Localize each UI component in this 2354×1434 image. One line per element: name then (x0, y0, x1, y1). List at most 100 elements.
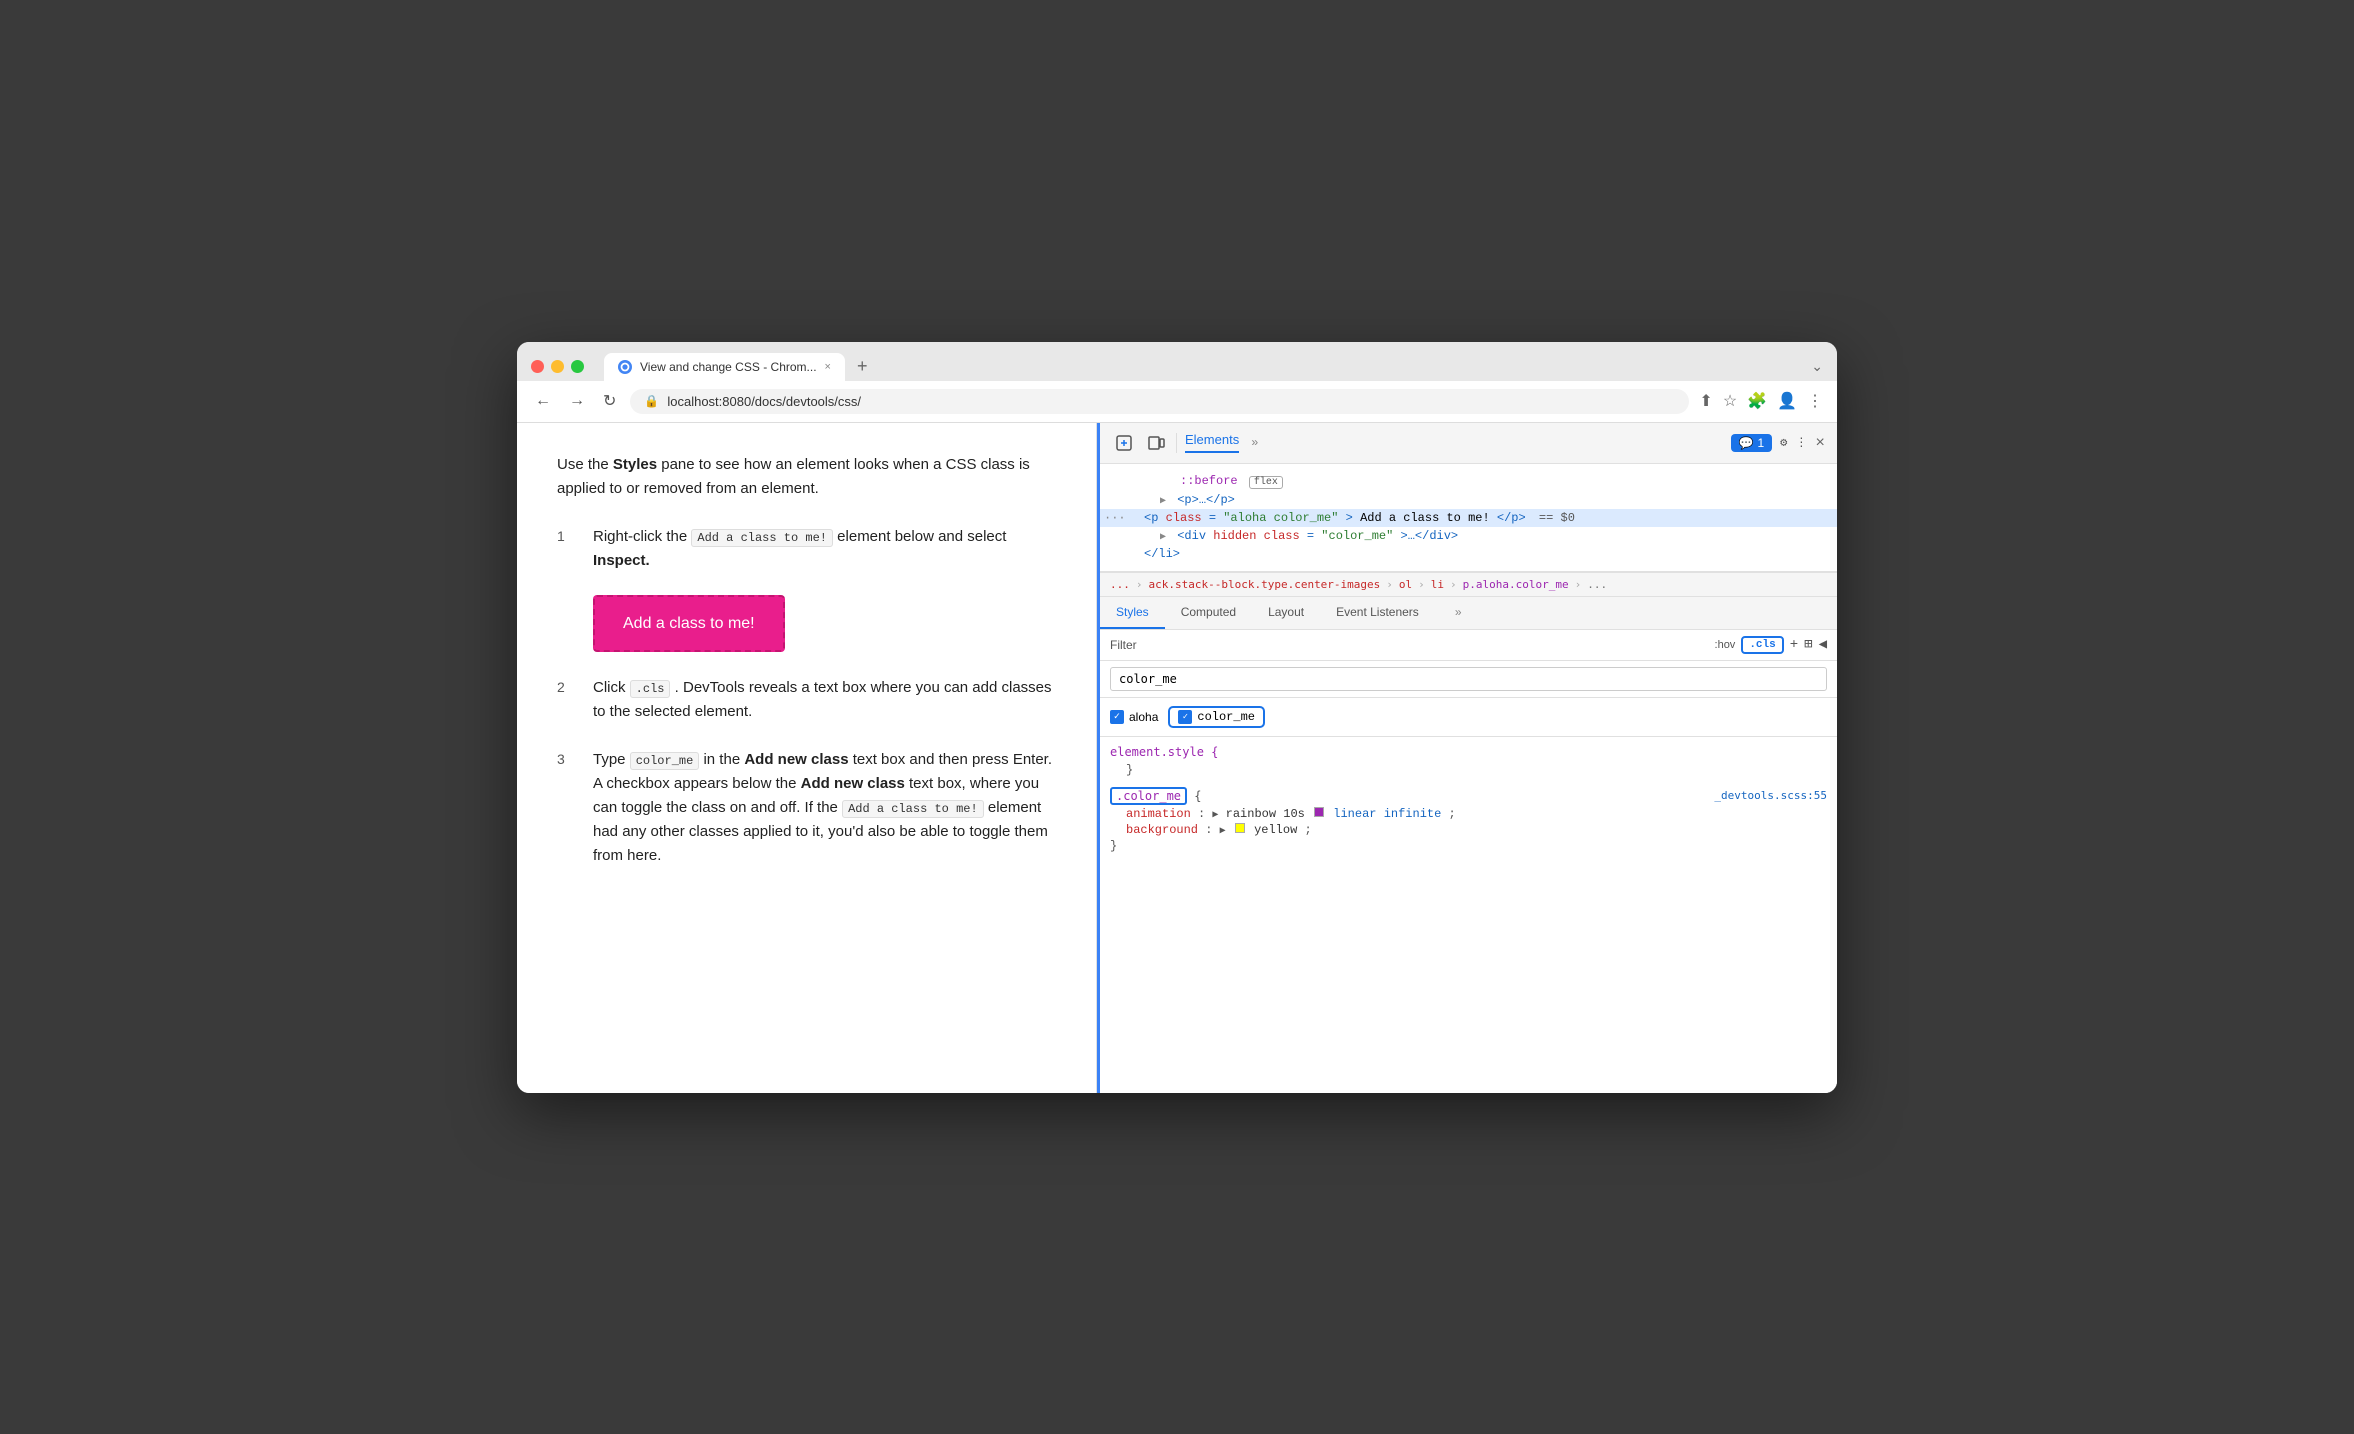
devtools-more-icon[interactable]: ⋮ (1795, 435, 1807, 450)
tab-close-button[interactable]: × (825, 361, 831, 373)
omnibox-bar: ← → ↻ 🔒 localhost:8080/docs/devtools/css… (517, 381, 1837, 423)
filter-bar: Filter :hov .cls + ⊞ ◀ (1100, 630, 1837, 661)
div-triangle-icon: ▶ (1160, 532, 1166, 543)
colon-1: : (1198, 807, 1212, 821)
dom-li-close-line[interactable]: </li> (1100, 545, 1837, 563)
class-checkboxes: ✓ aloha ✓ color_me (1100, 698, 1837, 737)
settings-icon[interactable]: ⚙ (1780, 435, 1787, 450)
chat-badge[interactable]: 💬 1 (1731, 434, 1773, 452)
dom-before-line[interactable]: ::before flex (1100, 472, 1837, 491)
dom-p-line[interactable]: ▶ <p>…</p> (1100, 491, 1837, 509)
profile-icon[interactable]: 👤 (1777, 391, 1797, 411)
step1-pre: Right-click the (593, 528, 691, 545)
animation-triangle[interactable]: ▶ (1212, 810, 1218, 821)
tab-more[interactable]: » (1439, 597, 1478, 629)
dom-class-value: "aloha color_me" (1223, 511, 1338, 525)
bc-sep5: › (1575, 578, 1582, 591)
step3-code1: color_me (630, 752, 700, 770)
devtools-pane: Elements » 💬 1 ⚙ ⋮ × (1097, 423, 1837, 1093)
dollar-zero: == $0 (1539, 511, 1575, 525)
step-number-2: 2 (557, 676, 577, 724)
browser-window: View and change CSS - Chrom... × + ⌄ ← →… (517, 342, 1837, 1093)
reload-button[interactable]: ↻ (599, 389, 620, 413)
color-me-close-brace: } (1110, 839, 1827, 853)
color-me-checkbox[interactable]: ✓ (1178, 710, 1192, 724)
animation-rainbow: rainbow 10s (1226, 807, 1312, 821)
bc-sep2: › (1386, 578, 1393, 591)
bc-dots: ... (1110, 578, 1130, 591)
devtools-close-button[interactable]: × (1815, 434, 1825, 452)
step-number-3: 3 (557, 748, 577, 868)
styles-panel: Styles Computed Layout Event Listeners »… (1100, 597, 1837, 1093)
extensions-icon[interactable]: 🧩 (1747, 391, 1767, 411)
semicolon-1: ; (1449, 807, 1456, 821)
chrome-favicon (618, 360, 632, 374)
chat-icon: 💬 (1739, 436, 1754, 450)
color-me-selector-line: .color_me { (1110, 789, 1202, 803)
bc-sep4: › (1450, 578, 1457, 591)
back-button[interactable]: ← (531, 390, 555, 412)
tab-layout[interactable]: Layout (1252, 597, 1320, 629)
device-tool-icon[interactable] (1144, 431, 1168, 455)
intro-bold: Styles (613, 456, 657, 473)
menu-icon[interactable]: ⋮ (1807, 391, 1823, 411)
close-traffic-light[interactable] (531, 360, 544, 373)
devtools-header-icons: 💬 1 ⚙ ⋮ × (1731, 434, 1825, 452)
share-icon[interactable]: ⬆ (1699, 391, 1712, 411)
background-prop-line: background : ▶ yellow ; (1110, 823, 1827, 837)
cls-button[interactable]: .cls (1741, 636, 1783, 654)
color-me-header: .color_me { _devtools.scss:55 (1110, 789, 1827, 803)
color-me-selector: .color_me (1110, 787, 1187, 805)
css-source-link[interactable]: _devtools.scss:55 (1714, 789, 1827, 803)
tab-computed[interactable]: Computed (1165, 597, 1252, 629)
dom-div-line[interactable]: ▶ <div hidden class = "color_me" >…</div… (1100, 527, 1837, 545)
animation-color-swatch (1314, 807, 1324, 817)
triangle-icon: ▶ (1160, 496, 1166, 507)
class-input-field[interactable] (1110, 667, 1827, 691)
bookmark-icon[interactable]: ☆ (1723, 391, 1737, 411)
back-style-button[interactable]: ◀ (1819, 636, 1827, 653)
tab-menu-button[interactable]: ⌄ (1811, 358, 1823, 375)
dom-li-close: </li> (1144, 547, 1180, 561)
refresh-button[interactable]: ⊞ (1804, 636, 1812, 653)
tab-event-listeners[interactable]: Event Listeners (1320, 597, 1435, 629)
step2-code: .cls (630, 680, 671, 698)
add-style-button[interactable]: + (1790, 637, 1798, 653)
background-color-swatch (1235, 823, 1245, 833)
bc-li[interactable]: li (1431, 578, 1444, 591)
minimize-traffic-light[interactable] (551, 360, 564, 373)
color-me-label: color_me (1197, 710, 1255, 724)
active-tab[interactable]: View and change CSS - Chrom... × (604, 353, 845, 381)
fullscreen-traffic-light[interactable] (571, 360, 584, 373)
background-triangle[interactable]: ▶ (1220, 826, 1226, 837)
hov-button[interactable]: :hov (1715, 639, 1736, 651)
chat-count: 1 (1757, 436, 1764, 450)
css-rules: element.style { } .color_me { (1100, 737, 1837, 1093)
lock-icon: 🔒 (644, 394, 659, 408)
omnibox[interactable]: 🔒 localhost:8080/docs/devtools/css/ (630, 389, 1689, 414)
add-class-button[interactable]: Add a class to me! (593, 595, 785, 653)
panel-tabs: Styles Computed Layout Event Listeners » (1100, 597, 1837, 630)
inspect-tool-icon[interactable] (1112, 431, 1136, 455)
element-style-selector: element.style { (1110, 745, 1218, 759)
tab-styles[interactable]: Styles (1100, 597, 1165, 629)
aloha-checkbox[interactable]: ✓ (1110, 710, 1124, 724)
brace-open: { (1194, 789, 1201, 803)
main-content: Use the Styles pane to see how an elemen… (517, 423, 1837, 1093)
animation-linear: linear infinite (1333, 807, 1441, 821)
step3-code2: Add a class to me! (842, 800, 984, 818)
panel-more-icon[interactable]: » (1251, 436, 1258, 450)
bc-p-active[interactable]: p.aloha.color_me (1463, 578, 1569, 591)
forward-button[interactable]: → (565, 390, 589, 412)
dom-class-attr: class (1166, 511, 1202, 525)
dom-selected-line[interactable]: ··· <p class = "aloha color_me" > Add a … (1100, 509, 1837, 527)
dom-tree-wrapper: ::before flex ▶ <p>…</p> ··· <p (1100, 464, 1837, 572)
bc-sep1: › (1136, 578, 1143, 591)
new-tab-button[interactable]: + (849, 352, 876, 381)
dom-class-attr2: class (1264, 529, 1300, 543)
elements-panel-title[interactable]: Elements (1185, 432, 1239, 453)
bc-sep3: › (1418, 578, 1425, 591)
bc-ol[interactable]: ol (1399, 578, 1412, 591)
bc-class1[interactable]: ack.stack--block.type.center-images (1149, 578, 1381, 591)
breadcrumb-bar: ... › ack.stack--block.type.center-image… (1100, 572, 1837, 597)
